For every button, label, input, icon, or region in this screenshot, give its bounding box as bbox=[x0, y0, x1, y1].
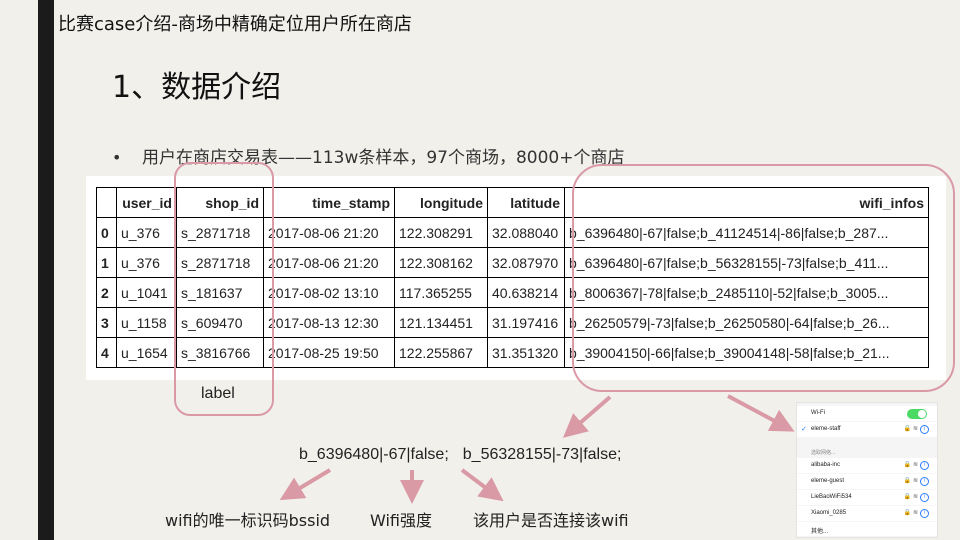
network-name: Xiaomi_0285 bbox=[811, 510, 847, 516]
other-network-label: 其他... bbox=[811, 529, 829, 535]
network-name: eleme-guest bbox=[811, 478, 845, 484]
network-row[interactable]: alibaba-inc 🔒 ≋ i bbox=[797, 458, 937, 473]
info-icon[interactable]: i bbox=[920, 477, 929, 486]
info-icon[interactable]: i bbox=[920, 425, 929, 434]
arrow-to-example bbox=[562, 395, 612, 438]
network-row[interactable]: LieBaoWiFi534 🔒 ≋ i bbox=[797, 490, 937, 505]
arrow-to-bssid bbox=[279, 468, 332, 501]
info-icon[interactable]: i bbox=[920, 461, 929, 470]
other-network-row[interactable]: 其他... bbox=[797, 522, 937, 536]
network-row[interactable]: eleme-guest 🔒 ≋ i bbox=[797, 474, 937, 489]
wifi-label: Wi-Fi bbox=[811, 410, 825, 416]
wifi-toggle[interactable] bbox=[907, 409, 927, 419]
connected-network-row[interactable]: ✓ eleme-staff 🔒 ≋ i bbox=[797, 422, 937, 437]
lock-signal-info-icons: 🔒 ≋ i bbox=[904, 461, 929, 470]
wifi-settings-screenshot: Wi-Fi ✓ eleme-staff 🔒 ≋ i 选取网络... alibaba… bbox=[796, 402, 938, 538]
checkmark-icon: ✓ bbox=[801, 426, 807, 433]
lock-signal-info-icons: 🔒 ≋ i bbox=[904, 477, 929, 486]
network-name: alibaba-inc bbox=[811, 462, 841, 468]
wifi-toggle-row: Wi-Fi bbox=[797, 406, 937, 421]
arrow-to-connected bbox=[460, 468, 504, 502]
connected-network-name: eleme-staff bbox=[811, 426, 841, 432]
choose-network-label: 选取网络... bbox=[811, 450, 836, 456]
network-name: LieBaoWiFi534 bbox=[811, 494, 852, 500]
network-row[interactable]: Xiaomi_0285 🔒 ≋ i bbox=[797, 506, 937, 521]
lock-signal-info-icons: 🔒 ≋ i bbox=[904, 425, 929, 434]
info-icon[interactable]: i bbox=[920, 493, 929, 502]
arrow-to-phone bbox=[727, 394, 795, 432]
lock-signal-info-icons: 🔒 ≋ i bbox=[904, 509, 929, 518]
info-icon[interactable]: i bbox=[920, 509, 929, 518]
lock-signal-info-icons: 🔒 ≋ i bbox=[904, 493, 929, 502]
